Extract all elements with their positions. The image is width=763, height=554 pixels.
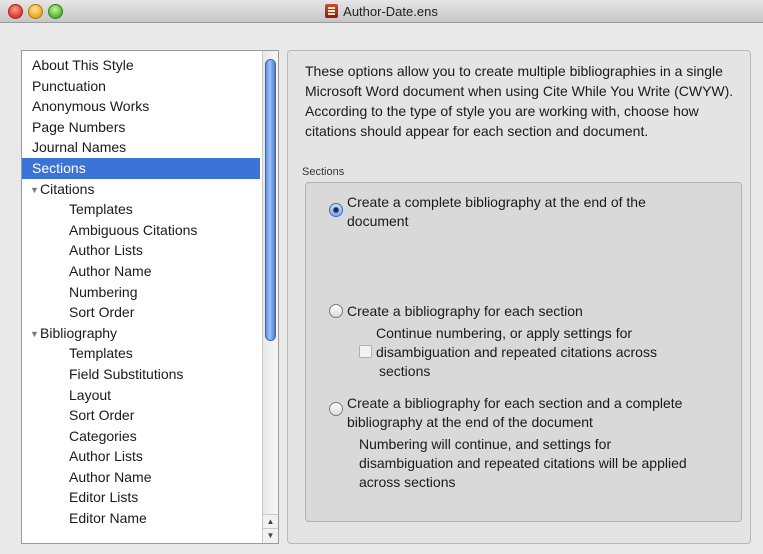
sidebar-item-sections[interactable]: Sections — [22, 157, 260, 179]
sidebar-item-author-lists[interactable]: Author Lists — [22, 446, 260, 467]
sidebar-item-label: Citations — [40, 180, 95, 197]
option2-sub-line3: sections — [379, 363, 431, 379]
radio-each-section-and-complete[interactable] — [329, 402, 343, 416]
sidebar-scrollbar[interactable]: ▲ ▼ — [262, 51, 278, 543]
sidebar-item-label: Ambiguous Citations — [69, 221, 198, 238]
disclosure-triangle-icon[interactable]: ▼ — [30, 324, 40, 345]
sidebar-item-label: Author Name — [69, 468, 152, 485]
option3-note-line3: across sections — [359, 474, 456, 490]
sidebar-list: About This Style Punctuation Anonymous Wor… — [22, 55, 260, 529]
window-title-text: Author-Date.ens — [343, 3, 438, 19]
sidebar-item-categories[interactable]: Categories — [22, 426, 260, 447]
sidebar-item-numbering[interactable]: Numbering — [22, 282, 260, 303]
sidebar-item-anonymous-works[interactable]: Anonymous Works — [22, 96, 260, 117]
window: Author-Date.ens About This Style Punctuat… — [0, 0, 763, 554]
sidebar-item-author-lists[interactable]: Author Lists — [22, 240, 260, 261]
option3-note: Numbering will continue, and settings fo… — [359, 435, 739, 492]
sidebar-item-label: Sort Order — [69, 407, 135, 424]
sidebar-item-label: Layout — [69, 386, 112, 403]
sidebar-item-label: Author Lists — [69, 242, 143, 259]
sections-settings-panel: These options allow you to create multip… — [287, 50, 751, 544]
option1-line2: document — [347, 213, 409, 229]
sidebar-scroll-thumb[interactable] — [265, 59, 276, 341]
sidebar-item-label: Punctuation — [32, 77, 106, 94]
sidebar-item-label: Field Substitutions — [69, 365, 184, 382]
sidebar-item-label: Anonymous Works — [32, 98, 150, 115]
sidebar-item-ambiguous-citations[interactable]: Ambiguous Citations — [22, 220, 260, 241]
sidebar-item-about-this-style[interactable]: About This Style — [22, 55, 260, 76]
disclosure-triangle-icon[interactable]: ▼ — [30, 180, 40, 201]
sidebar-item-label: Templates — [69, 345, 133, 362]
option3-line1: Create a bibliography for each section a… — [347, 395, 683, 411]
sidebar-item-label: Sort Order — [69, 304, 135, 321]
sidebar-item-label: Sections — [32, 159, 86, 176]
sidebar-item-templates[interactable]: Templates — [22, 199, 260, 220]
sidebar-item-label: Page Numbers — [32, 118, 126, 135]
sections-group-box: Create a complete bibliography at the en… — [305, 182, 742, 522]
sections-group-label: Sections — [302, 166, 345, 178]
sidebar-item-punctuation[interactable]: Punctuation — [22, 76, 260, 97]
option2-sub-line1: Continue numbering, or apply settings fo… — [376, 325, 633, 341]
sidebar-item-bibliography[interactable]: ▼Bibliography — [22, 323, 260, 344]
sidebar-item-sort-order[interactable]: Sort Order — [22, 405, 260, 426]
option2-sub-line2: disambiguation and repeated citations ac… — [376, 344, 657, 360]
sidebar-item-citations[interactable]: ▼Citations — [22, 179, 260, 200]
option-bibliography-each-section-label[interactable]: Create a bibliography for each section — [347, 302, 727, 321]
sidebar-item-page-numbers[interactable]: Page Numbers — [22, 117, 260, 138]
option-complete-bibliography-label[interactable]: Create a complete bibliography at the en… — [347, 193, 727, 231]
title-bar: Author-Date.ens — [0, 0, 763, 23]
sidebar-item-label: About This Style — [32, 57, 134, 73]
sidebar-item-label: Author Lists — [69, 448, 143, 465]
window-title: Author-Date.ens — [0, 0, 763, 22]
sidebar-item-label: Bibliography — [40, 324, 118, 341]
sidebar-item-editor-lists[interactable]: Editor Lists — [22, 487, 260, 508]
sidebar-item-templates[interactable]: Templates — [22, 343, 260, 364]
style-sections-list[interactable]: About This Style Punctuation Anonymous Wor… — [21, 50, 279, 544]
continue-numbering-label: Continue numbering, or apply settings fo… — [368, 324, 728, 381]
sidebar-item-journal-names[interactable]: Journal Names — [22, 137, 260, 158]
option1-line1: Create a complete bibliography at the en… — [347, 194, 646, 210]
sidebar-item-sort-order[interactable]: Sort Order — [22, 302, 260, 323]
sidebar-item-label: Categories — [69, 427, 137, 444]
option3-line2: bibliography at the end of the document — [347, 414, 593, 430]
sidebar-item-label: Editor Name — [69, 510, 147, 527]
scroll-down-arrow-icon[interactable]: ▼ — [263, 528, 278, 543]
sidebar-item-editor-name[interactable]: Editor Name — [22, 508, 260, 529]
option-each-section-and-complete-label[interactable]: Create a bibliography for each section a… — [347, 394, 737, 432]
option3-note-line1: Numbering will continue, and settings fo… — [359, 436, 612, 452]
sidebar-item-layout[interactable]: Layout — [22, 385, 260, 406]
sidebar-item-label: Editor Lists — [69, 489, 139, 506]
radio-complete-bibliography-end[interactable] — [329, 203, 343, 217]
sidebar-item-label: Numbering — [69, 283, 138, 300]
option3-note-line2: disambiguation and repeated citations wi… — [359, 455, 687, 471]
scroll-up-arrow-icon[interactable]: ▲ — [263, 514, 278, 529]
sidebar-item-label: Author Name — [69, 262, 152, 279]
endnote-style-document-icon — [325, 4, 339, 18]
sidebar-item-author-name[interactable]: Author Name — [22, 261, 260, 282]
sidebar-item-author-name[interactable]: Author Name — [22, 467, 260, 488]
radio-bibliography-each-section[interactable] — [329, 304, 343, 318]
sidebar-item-label: Journal Names — [32, 139, 127, 156]
sidebar-item-label: Templates — [69, 201, 133, 218]
sidebar-item-field-substitutions[interactable]: Field Substitutions — [22, 364, 260, 385]
sections-description: These options allow you to create multip… — [305, 63, 734, 139]
